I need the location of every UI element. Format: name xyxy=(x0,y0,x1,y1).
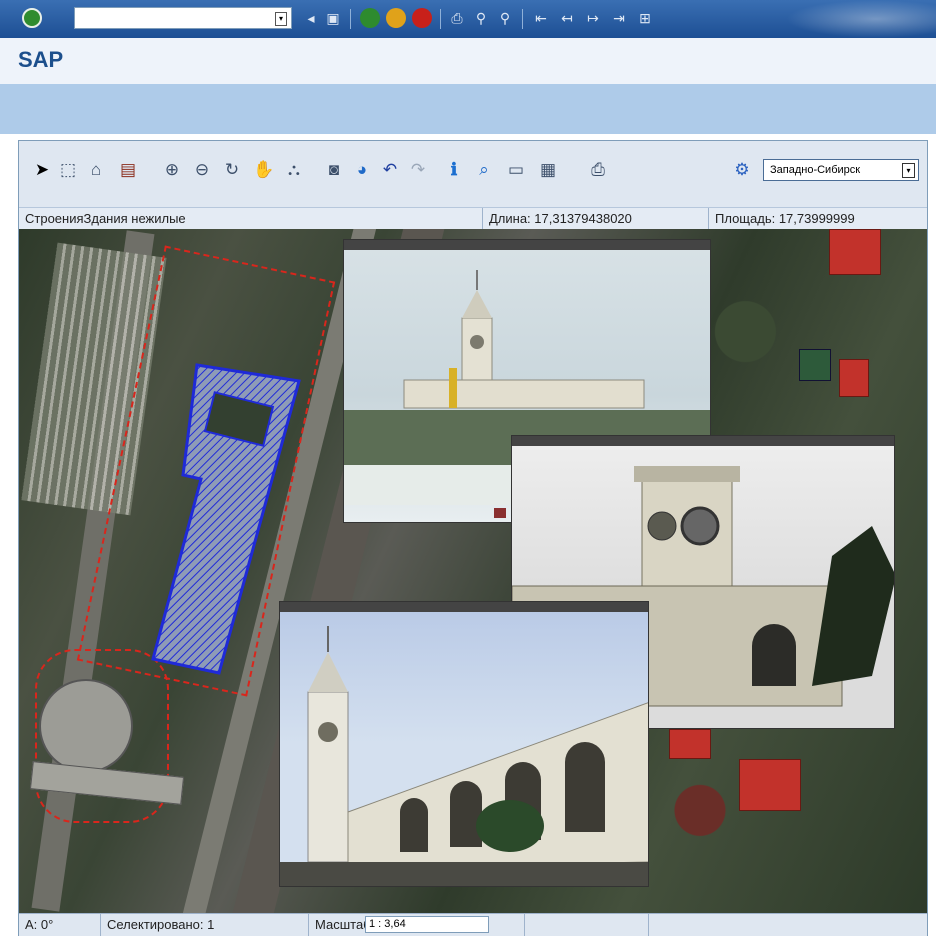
roof xyxy=(839,359,869,397)
roof xyxy=(739,759,801,811)
previous-page-icon[interactable]: ↤ xyxy=(558,9,576,27)
roof xyxy=(829,229,881,275)
back-arrow-icon[interactable]: ◂ xyxy=(302,9,320,27)
next-page-icon[interactable]: ↦ xyxy=(584,9,602,27)
length-readout: Длина: 17,31379438020 xyxy=(483,208,709,230)
scale-input[interactable]: 1 : 3,64 xyxy=(365,916,489,933)
status-cell-empty xyxy=(649,914,927,936)
select-arrow-icon[interactable]: ➤ xyxy=(29,157,55,183)
polygon-select-icon[interactable]: ⌂ xyxy=(83,157,109,183)
redo-icon[interactable]: ↷ xyxy=(405,157,431,183)
status-bar: А: 0° Селектировано: 1 Масштаб 1 : 3,64 xyxy=(19,913,927,936)
gis-viewer: ➤ ⬚ ⌂ ▤ ⊕ ⊖ ↻ ✋ ⛬ ◙ ◕ ↶ ↷ ℹ ⌕ ▭ ▦ ⎙ ⚙ За… xyxy=(18,140,928,936)
toolbar-separator xyxy=(522,9,523,29)
search-icon[interactable]: ⌕ xyxy=(471,157,497,183)
roof xyxy=(669,729,711,759)
map-sheet-icon[interactable]: ▭ xyxy=(503,157,529,183)
dropdown-icon[interactable]: ▾ xyxy=(275,12,287,26)
status-cell-empty xyxy=(525,914,649,936)
undo-icon[interactable]: ↶ xyxy=(377,157,403,183)
selected-count: Селектировано: 1 xyxy=(101,914,309,936)
settings-gear-icon[interactable]: ⚙ xyxy=(729,157,755,183)
print-icon[interactable]: ⎙ xyxy=(448,9,466,27)
information-icon[interactable]: ℹ xyxy=(441,157,467,183)
cancel-icon[interactable] xyxy=(412,8,432,28)
table-icon[interactable]: ▦ xyxy=(535,157,561,183)
globe-icon[interactable]: ◕ xyxy=(349,157,375,183)
command-field[interactable]: ▾ xyxy=(74,7,292,29)
exit-icon[interactable] xyxy=(386,8,406,28)
application-toolbar xyxy=(0,84,936,134)
toolbar-separator xyxy=(350,9,351,29)
first-page-icon[interactable]: ⇤ xyxy=(532,9,550,27)
layer-name: СтроенияЗдания нежилые xyxy=(19,208,483,230)
title-bar: SAP xyxy=(0,38,936,85)
page-title: SAP xyxy=(18,47,64,72)
measure-icon[interactable]: ⛬ xyxy=(281,157,307,183)
sap-command-bar: ▾ ◂ ▣ ⎙ ⚲ ⚲ ⇤ ↤ ↦ ⇥ ⊞ xyxy=(0,0,936,38)
find-icon[interactable]: ⚲ xyxy=(472,9,490,27)
enter-icon[interactable] xyxy=(22,8,42,28)
sap-decor-swirl xyxy=(786,0,936,38)
angle-readout: А: 0° xyxy=(19,914,101,936)
save-icon[interactable]: ▣ xyxy=(324,9,342,27)
zoom-out-icon[interactable]: ⊖ xyxy=(189,157,215,183)
photo-window-header xyxy=(280,602,648,612)
new-session-icon[interactable]: ⊞ xyxy=(636,9,654,27)
info-panel-icon[interactable]: ◙ xyxy=(321,157,347,183)
gis-toolbar: ➤ ⬚ ⌂ ▤ ⊕ ⊖ ↻ ✋ ⛬ ◙ ◕ ↶ ↷ ℹ ⌕ ▭ ▦ ⎙ ⚙ За… xyxy=(19,141,927,207)
photo-window-header xyxy=(344,240,710,250)
back-icon[interactable] xyxy=(360,8,380,28)
roof xyxy=(799,349,831,381)
last-page-icon[interactable]: ⇥ xyxy=(610,9,628,27)
region-select-value: Западно-Сибирск xyxy=(770,164,861,176)
toolbar-separator xyxy=(440,9,441,29)
photo-window-header xyxy=(512,436,894,446)
find-next-icon[interactable]: ⚲ xyxy=(496,9,514,27)
area-readout: Площадь: 17,73999999 xyxy=(715,211,855,226)
dropdown-icon[interactable]: ▾ xyxy=(902,163,915,178)
round-building xyxy=(39,679,133,773)
photo-arcade xyxy=(280,626,648,886)
rotate-icon[interactable]: ↻ xyxy=(219,157,245,183)
region-select[interactable]: Западно-Сибирск ▾ xyxy=(763,159,919,181)
map-canvas[interactable] xyxy=(19,229,927,913)
rectangle-select-icon[interactable]: ⬚ xyxy=(55,157,81,183)
pan-hand-icon[interactable]: ✋ xyxy=(251,157,277,183)
printer-icon[interactable]: ⎙ xyxy=(585,157,611,183)
zoom-in-icon[interactable]: ⊕ xyxy=(159,157,185,183)
info-bar: СтроенияЗдания нежилые Длина: 17,3137943… xyxy=(19,207,927,231)
layer-icon[interactable]: ▤ xyxy=(115,157,141,183)
photo-window-3[interactable] xyxy=(279,601,649,887)
